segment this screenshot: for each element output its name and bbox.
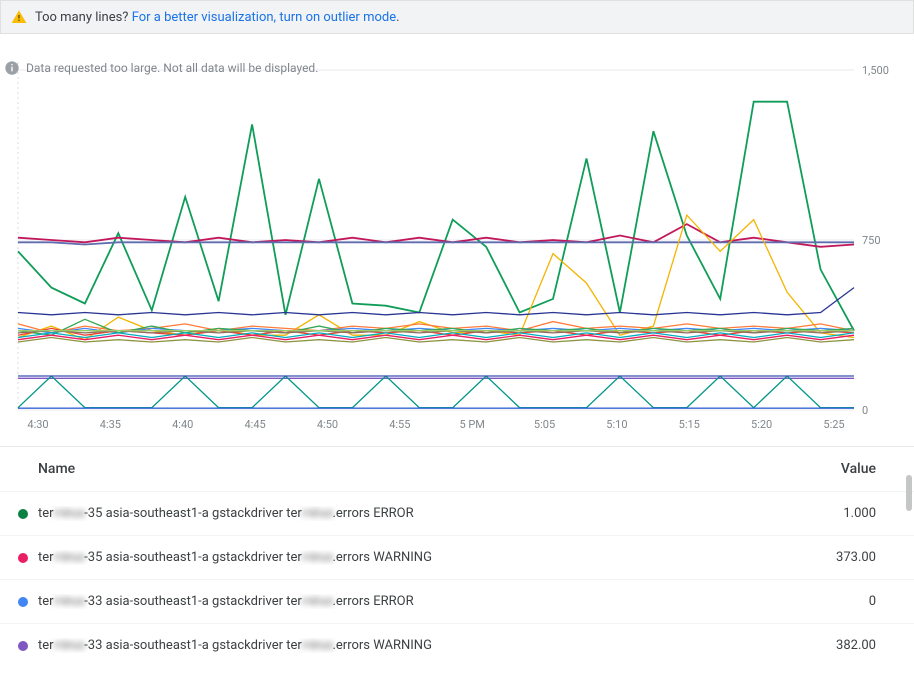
svg-text:4:30: 4:30 <box>27 418 48 431</box>
legend-row[interactable]: terminus-35 asia-southeast1-a gstackdriv… <box>0 535 914 579</box>
svg-text:5:05: 5:05 <box>534 418 555 431</box>
legend-value: 1.000 <box>786 506 876 521</box>
warning-icon <box>11 9 27 25</box>
legend-row[interactable]: terminus-33 asia-southeast1-a gstackdriv… <box>0 623 914 667</box>
col-name-header[interactable]: Name <box>38 461 786 477</box>
legend-swatch <box>18 553 28 563</box>
legend-swatch <box>18 509 28 519</box>
legend-name: terminus-35 asia-southeast1-a gstackdriv… <box>38 506 786 521</box>
svg-text:4:55: 4:55 <box>389 418 410 431</box>
series-green-spiky[interactable] <box>18 102 854 331</box>
col-value-header[interactable]: Value <box>786 461 876 477</box>
svg-text:5:15: 5:15 <box>679 418 700 431</box>
svg-text:5 PM: 5 PM <box>459 418 484 431</box>
legend-value: 382.00 <box>786 638 876 653</box>
timeseries-chart[interactable]: 0 750 1,500 4:30 4:35 4:40 4:45 4:50 4:55 5 PM 5:0… <box>0 60 914 440</box>
legend-row[interactable]: terminus-35 asia-southeast1-a gstackdriv… <box>0 491 914 535</box>
legend-name: terminus-33 asia-southeast1-a gstackdriv… <box>38 638 786 653</box>
banner-text: Too many lines? For a better visualizati… <box>35 10 400 25</box>
svg-text:5:20: 5:20 <box>751 418 772 431</box>
chart-container: Data requested too large. Not all data w… <box>0 60 914 440</box>
banner-prefix: Too many lines? <box>35 10 132 25</box>
svg-text:5:25: 5:25 <box>823 418 844 431</box>
outlier-banner: Too many lines? For a better visualizati… <box>0 0 914 34</box>
banner-suffix: . <box>396 10 399 25</box>
svg-text:1,500: 1,500 <box>862 64 889 77</box>
legend-table: Name Value terminus-35 asia-southeast1-a… <box>0 446 914 667</box>
info-text: Data requested too large. Not all data w… <box>26 61 318 75</box>
series-teal-spike-low[interactable] <box>18 376 854 408</box>
svg-text:5:10: 5:10 <box>606 418 627 431</box>
svg-text:4:50: 4:50 <box>317 418 338 431</box>
series-yellow-mid[interactable] <box>18 215 854 340</box>
outlier-mode-link[interactable]: For a better visualization, turn on outl… <box>132 10 396 25</box>
svg-text:4:45: 4:45 <box>244 418 265 431</box>
svg-text:750: 750 <box>862 234 881 247</box>
legend-swatch <box>18 597 28 607</box>
legend-swatch <box>18 641 28 651</box>
info-row: Data requested too large. Not all data w… <box>0 60 318 76</box>
legend-value: 373.00 <box>786 550 876 565</box>
legend-row[interactable]: terminus-33 asia-southeast1-a gstackdriv… <box>0 579 914 623</box>
scrollbar-thumb[interactable] <box>906 475 912 511</box>
svg-text:4:35: 4:35 <box>100 418 121 431</box>
info-icon <box>4 60 20 76</box>
svg-text:0: 0 <box>862 404 868 417</box>
legend-name: terminus-35 asia-southeast1-a gstackdriv… <box>38 550 786 565</box>
legend-header: Name Value <box>0 447 914 491</box>
svg-text:4:40: 4:40 <box>172 418 193 431</box>
legend-value: 0 <box>786 594 876 609</box>
legend-name: terminus-33 asia-southeast1-a gstackdriv… <box>38 594 786 609</box>
